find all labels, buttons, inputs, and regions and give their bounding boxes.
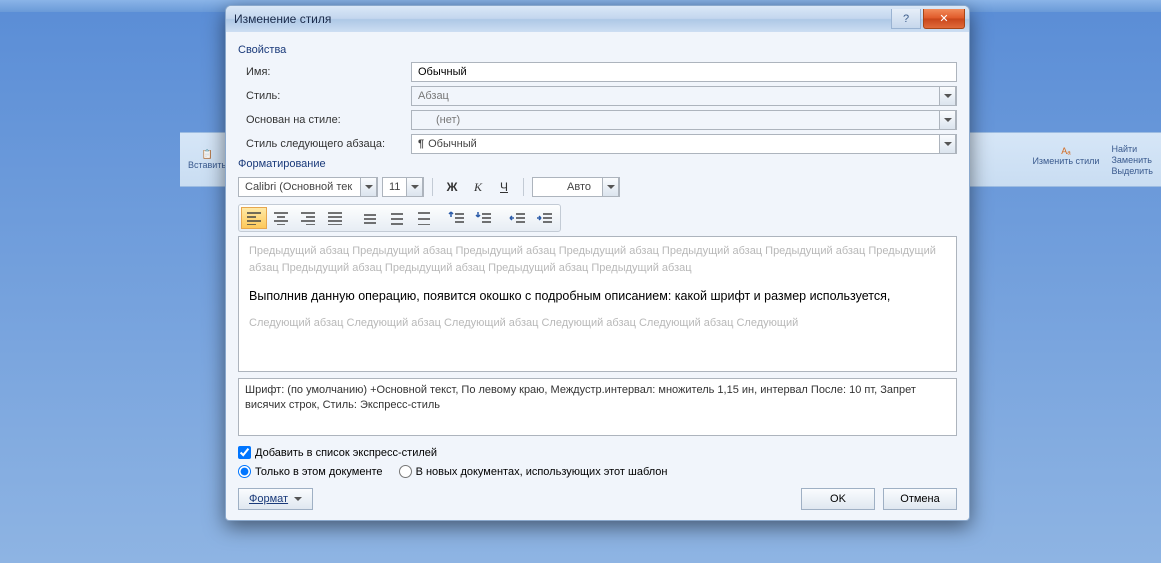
indent-decrease-icon bbox=[509, 211, 527, 225]
style-preview-box: Предыдущий абзац Предыдущий абзац Предыд… bbox=[238, 236, 957, 372]
only-this-document-radio[interactable] bbox=[238, 465, 251, 478]
align-left-button[interactable] bbox=[241, 207, 267, 229]
style-type-dropdown: Абзац bbox=[411, 86, 957, 106]
indent-increase-button[interactable] bbox=[532, 207, 558, 229]
align-justify-icon bbox=[326, 211, 344, 225]
space-before-inc-button[interactable] bbox=[444, 207, 470, 229]
ribbon-paste[interactable]: 📋 Вставить bbox=[184, 147, 230, 172]
ribbon-replace[interactable]: Заменить bbox=[1111, 155, 1153, 165]
pilcrow-icon: ¶ bbox=[418, 138, 424, 150]
indent-decrease-button[interactable] bbox=[505, 207, 531, 229]
chevron-down-icon[interactable] bbox=[406, 177, 423, 197]
italic-button[interactable]: К bbox=[467, 176, 489, 198]
ribbon-select[interactable]: Выделить bbox=[1111, 166, 1153, 176]
close-icon: ✕ bbox=[939, 12, 948, 25]
paste-icon: 📋 bbox=[201, 149, 212, 160]
font-size-value: 11 bbox=[389, 181, 400, 193]
ribbon-change-styles-label: Изменить стили bbox=[1032, 156, 1099, 166]
preview-sample-text: Выполнив данную операцию, появится окошк… bbox=[249, 287, 946, 305]
chevron-down-icon bbox=[294, 497, 302, 505]
style-type-value: Абзац bbox=[418, 90, 449, 102]
close-button[interactable]: ✕ bbox=[923, 9, 965, 29]
based-on-value: (нет) bbox=[418, 114, 460, 126]
name-label: Имя: bbox=[238, 66, 403, 78]
preview-next-text: Следующий абзац Следующий абзац Следующи… bbox=[249, 315, 946, 332]
help-icon: ? bbox=[903, 13, 909, 25]
style-name-input[interactable] bbox=[411, 62, 957, 82]
font-size-dropdown[interactable]: 11 bbox=[382, 177, 424, 197]
dialog-titlebar[interactable]: Изменение стиля ? ✕ bbox=[226, 6, 969, 32]
toolbar-separator bbox=[523, 178, 524, 196]
align-center-button[interactable] bbox=[268, 207, 294, 229]
line-spacing-2-icon bbox=[414, 211, 432, 225]
align-right-button[interactable] bbox=[295, 207, 321, 229]
font-family-dropdown[interactable]: Calibri (Основной тек bbox=[238, 177, 378, 197]
line-spacing-1-icon bbox=[360, 211, 378, 225]
only-this-document-label[interactable]: Только в этом документе bbox=[255, 466, 383, 478]
styles-icon: Aₐ bbox=[1061, 146, 1070, 156]
ribbon-paste-label: Вставить bbox=[188, 160, 226, 170]
based-on-dropdown[interactable]: (нет) bbox=[411, 110, 957, 130]
chevron-down-icon[interactable] bbox=[602, 177, 619, 197]
underline-button[interactable]: Ч bbox=[493, 176, 515, 198]
style-type-label: Стиль: bbox=[238, 90, 403, 102]
style-description-text: Шрифт: (по умолчанию) +Основной текст, П… bbox=[245, 384, 916, 411]
chevron-down-icon[interactable] bbox=[360, 177, 377, 197]
font-color-dropdown[interactable]: Авто bbox=[532, 177, 620, 197]
format-menu-label: Формат bbox=[249, 493, 288, 505]
new-documents-radio[interactable] bbox=[399, 465, 412, 478]
line-spacing-2-button[interactable] bbox=[410, 207, 436, 229]
indent-increase-icon bbox=[536, 211, 554, 225]
align-left-icon bbox=[245, 211, 263, 225]
formatting-section-label: Форматирование bbox=[238, 158, 957, 170]
bold-button[interactable]: Ж bbox=[441, 176, 463, 198]
preview-previous-text: Предыдущий абзац Предыдущий абзац Предыд… bbox=[249, 243, 946, 277]
next-style-dropdown[interactable]: ¶ Обычный bbox=[411, 134, 957, 154]
toolbar-separator bbox=[432, 178, 433, 196]
chevron-down-icon[interactable] bbox=[939, 110, 956, 130]
line-spacing-15-icon bbox=[387, 211, 405, 225]
space-before-inc-icon bbox=[448, 211, 466, 225]
based-on-label: Основан на стиле: bbox=[238, 114, 403, 126]
style-description-box: Шрифт: (по умолчанию) +Основной текст, П… bbox=[238, 378, 957, 436]
align-center-icon bbox=[272, 211, 290, 225]
modify-style-dialog: Изменение стиля ? ✕ Свойства Имя: Стиль:… bbox=[225, 5, 970, 521]
line-spacing-15-button[interactable] bbox=[383, 207, 409, 229]
new-documents-label[interactable]: В новых документах, использующих этот ша… bbox=[416, 466, 668, 478]
space-before-dec-icon bbox=[475, 211, 493, 225]
ribbon-find[interactable]: Найти bbox=[1111, 144, 1153, 154]
space-before-dec-button[interactable] bbox=[471, 207, 497, 229]
chevron-down-icon[interactable] bbox=[939, 134, 956, 154]
add-to-quick-styles-checkbox[interactable] bbox=[238, 446, 251, 459]
help-button[interactable]: ? bbox=[891, 9, 921, 29]
format-menu-button[interactable]: Формат bbox=[238, 488, 313, 510]
align-justify-button[interactable] bbox=[322, 207, 348, 229]
font-family-value: Calibri (Основной тек bbox=[245, 181, 352, 193]
dialog-title: Изменение стиля bbox=[234, 12, 331, 26]
align-right-icon bbox=[299, 211, 317, 225]
line-spacing-1-button[interactable] bbox=[356, 207, 382, 229]
next-style-label: Стиль следующего абзаца: bbox=[238, 138, 403, 150]
add-to-quick-styles-label[interactable]: Добавить в список экспресс-стилей bbox=[255, 447, 437, 459]
cancel-button[interactable]: Отмена bbox=[883, 488, 957, 510]
chevron-down-icon bbox=[939, 86, 956, 106]
properties-section-label: Свойства bbox=[238, 44, 957, 56]
ribbon-change-styles[interactable]: Aₐ Изменить стили bbox=[1028, 144, 1103, 176]
next-style-value: Обычный bbox=[428, 138, 477, 150]
ok-button[interactable]: OK bbox=[801, 488, 875, 510]
